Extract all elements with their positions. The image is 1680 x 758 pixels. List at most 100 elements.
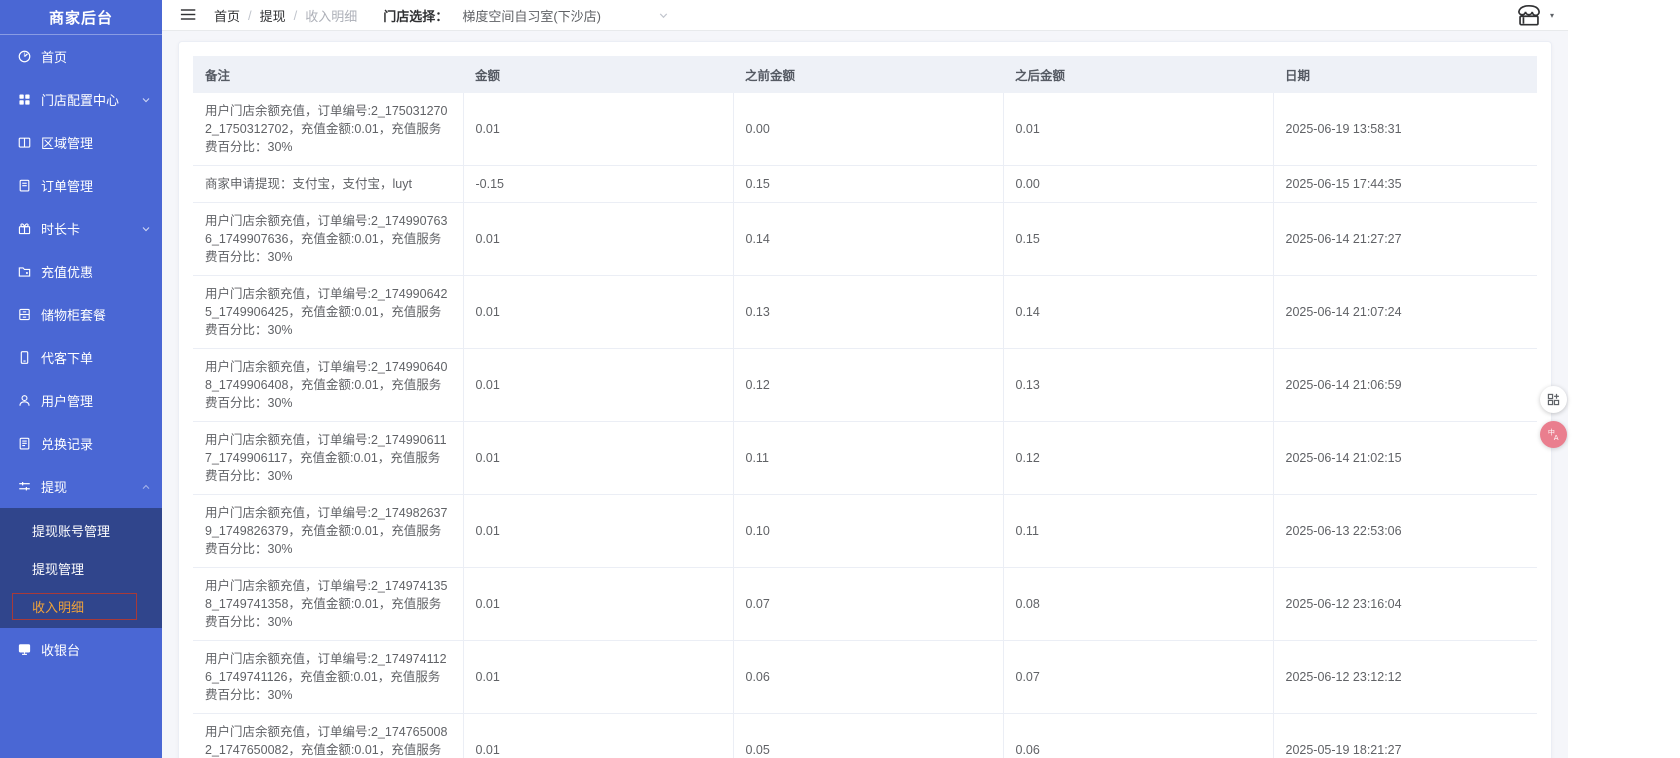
table-header-row: 备注 金额 之前金额 之后金额 日期 [193,56,1537,93]
chevron-up-icon [140,481,152,493]
sidebar-item-label: 提现 [41,477,140,496]
sidebar-item-orders[interactable]: 订单管理 [0,164,162,207]
sidebar-item-home[interactable]: 首页 [0,35,162,78]
cell-after: 0.14 [1003,276,1273,349]
extension-collect-button[interactable] [1540,386,1567,413]
recharge-discount-icon [17,264,32,279]
cell-amount: 0.01 [463,203,733,276]
cell-before: 0.11 [733,422,1003,495]
submenu-item-income-detail[interactable]: 收入明细 [0,587,162,625]
breadcrumb: 首页 / 提现 / 收入明细 [214,6,357,25]
cell-remark: 用户门店余额充值，订单编号:2_1749906408_1749906408，充值… [193,349,463,422]
cell-remark: 用户门店余额充值，订单编号:2_1749906425_1749906425，充值… [193,276,463,349]
breadcrumb-separator: / [294,8,298,23]
cell-remark: 用户门店余额充值，订单编号:2_1750312702_1750312702，充值… [193,93,463,166]
cell-amount: 0.01 [463,276,733,349]
sidebar-item-region[interactable]: 区域管理 [0,121,162,164]
cell-date: 2025-06-14 21:06:59 [1273,349,1537,422]
cell-date: 2025-06-19 13:58:31 [1273,93,1537,166]
breadcrumb-withdraw[interactable]: 提现 [260,6,286,25]
sidebar-item-users[interactable]: 用户管理 [0,379,162,422]
cell-before: 0.10 [733,495,1003,568]
cell-before: 0.14 [733,203,1003,276]
cell-amount: 0.01 [463,422,733,495]
cell-after: 0.07 [1003,641,1273,714]
cell-remark: 用户门店余额充值，订单编号:2_1749741126_1749741126，充值… [193,641,463,714]
main-area: 首页 / 提现 / 收入明细 门店选择： 梯度空间自习室(下沙店) [162,0,1568,758]
cell-before: 0.13 [733,276,1003,349]
store-select[interactable]: 梯度空间自习室(下沙店) [462,6,692,25]
caret-down-icon[interactable]: ▾ [1550,11,1554,20]
cell-date: 2025-06-12 23:12:12 [1273,641,1537,714]
sidebar-item-label: 代客下单 [41,348,152,367]
sidebar-item-exchange[interactable]: 兑换记录 [0,422,162,465]
cell-date: 2025-05-19 18:21:27 [1273,714,1537,758]
column-header-remark: 备注 [193,56,463,93]
table-row: 用户门店余额充值，订单编号:2_1749907636_1749907636，充值… [193,203,1537,276]
cell-after: 0.00 [1003,166,1273,203]
active-item-highlight: 收入明细 [12,593,137,620]
income-detail-card: 备注 金额 之前金额 之后金额 日期 用户门店余额充值，订单编号:2_17503… [178,41,1552,758]
column-header-before: 之前金额 [733,56,1003,93]
storefront-icon[interactable] [1513,0,1547,30]
chevron-down-icon [657,9,670,22]
table-row: 用户门店余额充值，订单编号:2_1749906408_1749906408，充值… [193,349,1537,422]
time-card-icon [17,221,32,236]
cell-amount: 0.01 [463,349,733,422]
table-row: 用户门店余额充值，订单编号:2_1750312702_1750312702，充值… [193,93,1537,166]
cell-amount: 0.01 [463,93,733,166]
region-management-icon [17,135,32,150]
locker-package-icon [17,307,32,322]
sidebar-item-label: 兑换记录 [41,434,152,453]
column-header-date: 日期 [1273,56,1537,93]
chevron-down-icon [140,223,152,235]
withdraw-submenu: 提现账号管理 提现管理 收入明细 [0,508,162,628]
chevron-down-icon [140,94,152,106]
cell-before: 0.12 [733,349,1003,422]
app-window: 商家后台 首页 门店配置中心 区域 [0,0,1568,758]
column-header-amount: 金额 [463,56,733,93]
cell-remark: 用户门店余额充值，订单编号:2_1749906117_1749906117，充值… [193,422,463,495]
sidebar-item-locker[interactable]: 储物柜套餐 [0,293,162,336]
table-row: 用户门店余额充值，订单编号:2_1749741358_1749741358，充值… [193,568,1537,641]
store-picker-label: 门店选择： [383,6,448,25]
store-picker: 门店选择： 梯度空间自习室(下沙店) [383,6,692,25]
app-title: 商家后台 [0,0,162,35]
breadcrumb-home[interactable]: 首页 [214,6,240,25]
sidebar-item-store-config[interactable]: 门店配置中心 [0,78,162,121]
cell-remark: 用户门店余额充值，订单编号:2_1749741358_1749741358，充值… [193,568,463,641]
submenu-item-withdraw-accounts[interactable]: 提现账号管理 [0,511,162,549]
cell-after: 0.11 [1003,495,1273,568]
cashier-icon [17,642,32,657]
collapse-menu-icon[interactable] [180,7,198,23]
sidebar-item-proxy-order[interactable]: 代客下单 [0,336,162,379]
cell-amount: 0.01 [463,495,733,568]
home-dashboard-icon [17,49,32,64]
breadcrumb-current: 收入明细 [305,6,357,25]
sidebar-item-cashier[interactable]: 收银台 [0,628,162,671]
floating-widgets: 中A [1540,386,1572,448]
cell-date: 2025-06-14 21:02:15 [1273,422,1537,495]
sidebar-item-recharge[interactable]: 充值优惠 [0,250,162,293]
cell-remark: 商家申请提现：支付宝，支付宝，luyt [193,166,463,203]
cell-date: 2025-06-13 22:53:06 [1273,495,1537,568]
topbar: 首页 / 提现 / 收入明细 门店选择： 梯度空间自习室(下沙店) [162,0,1568,31]
user-management-icon [17,393,32,408]
table-row: 用户门店余额充值，订单编号:2_1749906117_1749906117，充值… [193,422,1537,495]
cell-amount: 0.01 [463,641,733,714]
translate-button[interactable]: 中A [1540,421,1567,448]
cell-date: 2025-06-15 17:44:35 [1273,166,1537,203]
proxy-order-icon [17,350,32,365]
sidebar-item-label: 区域管理 [41,133,152,152]
sidebar-item-label: 用户管理 [41,391,152,410]
sidebar-item-time-card[interactable]: 时长卡 [0,207,162,250]
sidebar-item-label: 门店配置中心 [41,90,140,109]
content-area: 备注 金额 之前金额 之后金额 日期 用户门店余额充值，订单编号:2_17503… [162,31,1568,758]
cell-amount: -0.15 [463,166,733,203]
cell-remark: 用户门店余额充值，订单编号:2_1749907636_1749907636，充值… [193,203,463,276]
cell-after: 0.15 [1003,203,1273,276]
withdraw-icon [17,479,32,494]
submenu-item-withdraw-management[interactable]: 提现管理 [0,549,162,587]
sidebar-item-withdraw[interactable]: 提现 [0,465,162,508]
table-row: 用户门店余额充值，订单编号:2_1749906425_1749906425，充值… [193,276,1537,349]
